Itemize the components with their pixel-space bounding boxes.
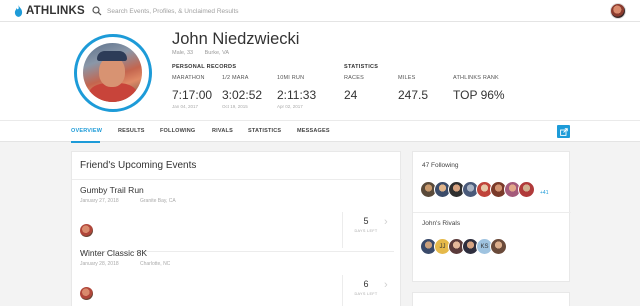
personal-records-label: PERSONAL RECORDS xyxy=(172,64,237,70)
share-button[interactable] xyxy=(557,125,570,138)
event-date: January 28, 2018 xyxy=(80,261,119,267)
record-label: 1/2 MARA xyxy=(222,75,249,81)
event-name[interactable]: Gumby Trail Run xyxy=(80,185,144,195)
rival-avatar[interactable] xyxy=(490,238,507,255)
tab-results[interactable]: RESULTS xyxy=(118,128,145,134)
stat-value: TOP 96% xyxy=(453,88,505,102)
event-date: January 27, 2018 xyxy=(80,198,119,204)
rival-initials: JJ xyxy=(439,243,446,250)
profile-avatar xyxy=(74,34,152,112)
days-left-label: DAYS LEFT xyxy=(354,229,378,233)
rival-initials: KS xyxy=(480,243,489,250)
chevron-right-icon[interactable]: › xyxy=(384,216,388,228)
tab-messages[interactable]: MESSAGES xyxy=(297,128,330,134)
record-date: Apr 02, 2017 xyxy=(277,104,303,109)
divider xyxy=(413,212,571,213)
search-bar[interactable] xyxy=(92,3,324,19)
athlinks-logo[interactable]: ATHLINKS xyxy=(14,4,85,18)
stat-label: MILES xyxy=(398,75,416,81)
active-tab-indicator xyxy=(71,141,100,143)
event-location: Charlotte, NC xyxy=(140,261,171,267)
profile-header: John Niedzwiecki Male, 33 Burke, VA PERS… xyxy=(0,22,640,120)
record-value: 3:02:52 xyxy=(222,88,263,102)
following-rivals-card: 47 Following +41 John's Rivals JJ KS xyxy=(412,151,571,282)
event-item[interactable]: Gumby Trail Run January 27, 2018 Granite… xyxy=(72,185,402,252)
divider xyxy=(342,212,343,248)
rivals-title[interactable]: John's Rivals xyxy=(422,220,460,227)
user-avatar-menu[interactable] xyxy=(610,3,626,19)
days-left-count: 6 xyxy=(363,279,369,289)
record-value: 2:11:33 xyxy=(277,88,317,102)
friend-avatar[interactable] xyxy=(80,224,93,237)
profile-photo xyxy=(83,43,142,102)
record-label: 10MI RUN xyxy=(277,75,305,81)
record-10mi[interactable]: 10MI RUN 2:11:33 Apr 02, 2017 xyxy=(277,75,316,109)
upcoming-events-title: Friend's Upcoming Events xyxy=(80,160,197,171)
divider xyxy=(72,179,402,180)
record-marathon[interactable]: MARATHON 7:17:00 Jan 04, 2017 xyxy=(172,75,212,109)
event-item[interactable]: Winter Classic 8K January 28, 2018 Charl… xyxy=(72,248,402,306)
record-value: 7:17:00 xyxy=(172,88,213,102)
logo-text: ATHLINKS xyxy=(26,5,85,17)
top-bar: ATHLINKS xyxy=(0,0,640,22)
more-following-link[interactable]: +41 xyxy=(540,190,548,196)
upcoming-events-card: Friend's Upcoming Events Gumby Trail Run… xyxy=(71,151,402,306)
location: Burke, VA xyxy=(204,50,229,56)
search-input[interactable] xyxy=(107,7,317,15)
record-date: Jan 04, 2017 xyxy=(172,104,199,109)
statistics-label: STATISTICS xyxy=(344,64,379,70)
event-name[interactable]: Winter Classic 8K xyxy=(80,248,147,258)
record-label: MARATHON xyxy=(172,75,205,81)
profile-subinfo: Male, 33 Burke, VA xyxy=(172,50,239,56)
stat-label: RACES xyxy=(344,75,364,81)
tab-following[interactable]: FOLLOWING xyxy=(160,128,195,134)
stat-races: RACES 24 xyxy=(344,75,364,102)
stat-value: 24 xyxy=(344,88,358,102)
record-half-marathon[interactable]: 1/2 MARA 3:02:52 Oct 19, 2015 xyxy=(222,75,262,109)
days-left-label: DAYS LEFT xyxy=(354,292,378,296)
friend-avatar[interactable] xyxy=(80,287,93,300)
event-location: Granite Bay, CA xyxy=(140,198,176,204)
gender-age: Male, 33 xyxy=(172,50,194,56)
tab-overview[interactable]: OVERVIEW xyxy=(71,128,102,134)
stat-label: ATHLINKS RANK xyxy=(453,75,499,81)
stat-rank: ATHLINKS RANK TOP 96% xyxy=(453,75,505,102)
sidebar-card xyxy=(412,292,570,306)
stat-value: 247.5 xyxy=(398,88,429,102)
divider xyxy=(342,275,343,306)
share-icon xyxy=(559,127,568,136)
following-title[interactable]: 47 Following xyxy=(422,162,459,169)
days-left-count: 5 xyxy=(363,216,369,226)
profile-name: John Niedzwiecki xyxy=(172,30,300,48)
stat-miles: MILES 247.5 xyxy=(398,75,428,102)
chevron-right-icon[interactable]: › xyxy=(384,279,388,291)
following-avatar[interactable] xyxy=(518,181,535,198)
tab-statistics[interactable]: STATISTICS xyxy=(248,128,281,134)
record-date: Oct 19, 2015 xyxy=(222,104,248,109)
profile-tabs: OVERVIEW RESULTS FOLLOWING RIVALS STATIS… xyxy=(0,120,640,143)
flame-icon xyxy=(14,5,23,17)
search-icon xyxy=(92,6,102,16)
tab-rivals[interactable]: RIVALS xyxy=(212,128,233,134)
